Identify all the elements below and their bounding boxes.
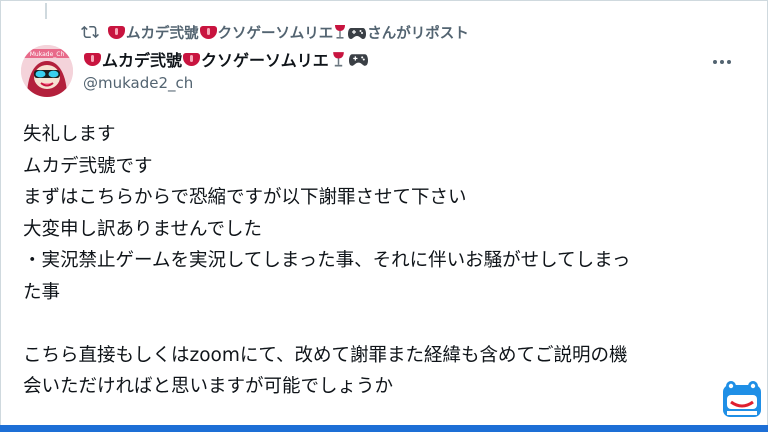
- author-display-name[interactable]: ムカデ弐號 クソゲーソムリエ: [83, 47, 369, 71]
- wine-glass-emoji-icon: [334, 24, 346, 40]
- tweet-line: 失礼します: [23, 124, 116, 145]
- game-controller-emoji-icon: [348, 26, 367, 40]
- author-info: ムカデ弐號 クソゲーソムリエ @mukade2_ch: [83, 47, 369, 92]
- tweet-line: ・実況禁止ゲームを実況してしまった事、それに伴いお騒がせしてしまっ: [23, 250, 631, 271]
- author-handle[interactable]: @mukade2_ch: [83, 74, 369, 92]
- mascot-logo-icon: [721, 379, 763, 419]
- avatar-text: Mukade_Ch: [30, 51, 65, 58]
- tweet-line: まずはこちらからで恐縮ですが以下謝罪させて下さい: [23, 187, 467, 208]
- tweet-line: 大変申し訳ありませんでした: [23, 218, 263, 240]
- wine-glass-emoji-icon: [332, 51, 345, 68]
- repost-user-link[interactable]: ムカデ弐號 クソゲーソムリエ さんがリポスト: [107, 22, 469, 43]
- avatar[interactable]: Mukade_Ch: [21, 45, 73, 97]
- repost-suffix: さんがリポスト: [367, 25, 469, 42]
- tweet-card: ムカデ弐號 クソゲーソムリエ さんがリポスト Mukade_Ch ムカデ弐號 クソゲー…: [0, 0, 768, 425]
- tongue-emoji-icon: [183, 52, 201, 66]
- tweet-line: た事: [23, 281, 61, 303]
- tongue-emoji-icon: [199, 25, 217, 39]
- author-name-part-1: ムカデ弐號: [102, 51, 183, 70]
- game-controller-emoji-icon: [348, 52, 368, 67]
- tweet-line: ムカデ弐號です: [23, 155, 153, 177]
- tweet-line: こちら直接もしくはzoomにて、改めて謝罪また経緯も含めてご説明の機: [23, 344, 628, 366]
- repost-icon: [81, 23, 99, 41]
- bottom-accent-bar: [0, 425, 768, 432]
- tongue-emoji-icon: [108, 25, 125, 39]
- thread-connector-line: [45, 3, 47, 19]
- repost-name-part-2: クソゲーソムリエ: [217, 25, 334, 42]
- repost-name-part-1: ムカデ弐號: [126, 25, 199, 42]
- author-name-part-2: クソゲーソムリエ: [201, 51, 329, 70]
- repost-header: ムカデ弐號 クソゲーソムリエ さんがリポスト: [81, 21, 469, 43]
- tweet-text: 失礼します ムカデ弐號です まずはこちらからで恐縮ですが以下謝罪させて下さい 大…: [23, 119, 743, 403]
- tweet-line: 会いただければと思いますが可能でしょうか: [23, 376, 394, 397]
- tongue-emoji-icon: [84, 52, 101, 66]
- more-options-icon[interactable]: [709, 53, 735, 71]
